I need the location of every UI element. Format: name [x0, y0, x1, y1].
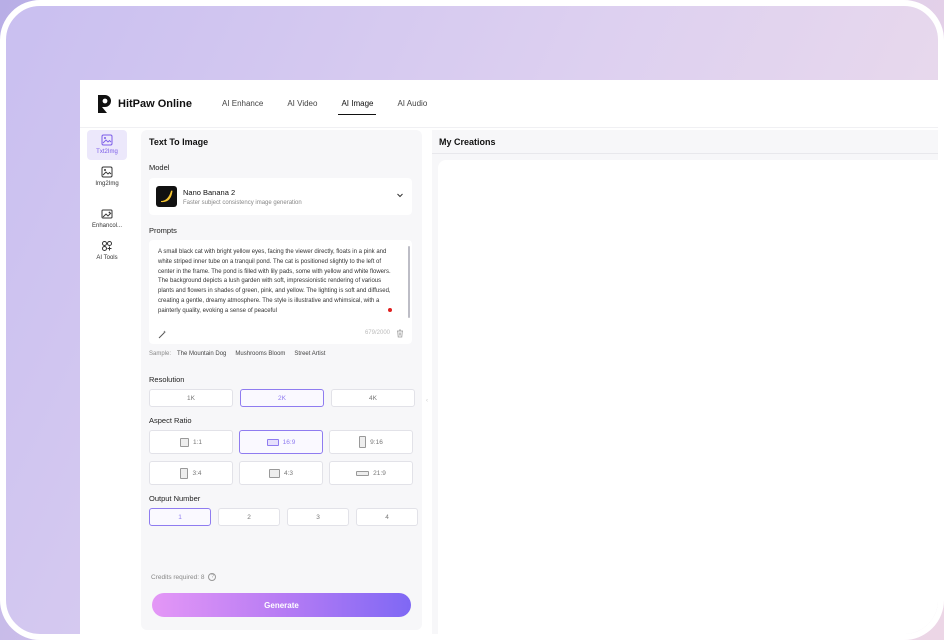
- prompts-label: Prompts: [149, 226, 177, 235]
- resolution-2k[interactable]: 2K: [240, 389, 324, 407]
- landscape-shape-icon: [266, 438, 279, 446]
- model-info: Nano Banana 2 Faster subject consistency…: [183, 188, 302, 206]
- text-image-icon: [101, 134, 113, 146]
- output-1[interactable]: 1: [149, 508, 211, 526]
- model-description: Faster subject consistency image generat…: [183, 199, 302, 206]
- output-4[interactable]: 4: [356, 508, 418, 526]
- model-label: Model: [149, 163, 170, 172]
- model-name: Nano Banana 2: [183, 187, 236, 197]
- nav-ai-image[interactable]: AI Image: [338, 80, 377, 128]
- model-thumbnail: [156, 186, 177, 207]
- square-shape-icon: [179, 437, 189, 447]
- nav-ai-audio[interactable]: AI Audio: [397, 80, 427, 128]
- app-name: HitPaw Online: [118, 97, 192, 110]
- aspect-1-1-label: 1:1: [192, 438, 203, 446]
- my-creations-panel: My Creations: [432, 130, 938, 634]
- aspect-ratio-label: Aspect Ratio: [149, 416, 192, 425]
- output-2[interactable]: 2: [218, 508, 280, 526]
- output-number-label: Output Number: [149, 494, 201, 503]
- resolution-options: 1K 2K 4K: [149, 389, 415, 407]
- aspect-21-9-label: 21:9: [373, 469, 386, 477]
- wide-shape-icon: [356, 470, 370, 476]
- creations-title: My Creations: [439, 137, 496, 147]
- aspect-4-3-label: 4:3: [283, 469, 294, 477]
- device-frame: HitPaw Online AI Enhance AI Video AI Ima…: [0, 0, 944, 640]
- aspect-3-4[interactable]: 3:4: [149, 461, 233, 485]
- panel-title: Text To Image: [149, 137, 209, 147]
- trash-icon[interactable]: [396, 329, 404, 338]
- sample-street-artist[interactable]: Street Artist: [294, 351, 325, 357]
- app-logo[interactable]: HitPaw Online: [96, 93, 192, 115]
- creations-divider: [432, 153, 938, 154]
- text-to-image-panel: Text To Image Model Nano Banana 2 Faster…: [141, 130, 422, 630]
- sample-mountain-dog[interactable]: The Mountain Dog: [177, 351, 226, 357]
- prompt-text[interactable]: A small black cat with bright yellow eye…: [158, 248, 398, 317]
- nav-ai-enhance[interactable]: AI Enhance: [222, 80, 263, 128]
- rail-label-img2img: Img2Img: [95, 181, 119, 187]
- credits-text: Credits required: 8: [151, 573, 205, 581]
- banana-icon: [161, 190, 173, 203]
- portrait-shape-icon: [359, 436, 367, 448]
- aspect-16-9-label: 16:9: [282, 438, 296, 446]
- aspect-row-1: 1:1 16:9 9:16: [149, 430, 413, 454]
- aspect-1-1[interactable]: 1:1: [149, 430, 233, 454]
- portrait-shape-icon: [180, 467, 189, 479]
- rail-label-txt2img: Txt2Img: [96, 149, 118, 155]
- rail-item-txt2img[interactable]: Txt2Img: [87, 130, 127, 160]
- nav-ai-video[interactable]: AI Video: [287, 80, 317, 128]
- chevron-down-icon: [397, 193, 403, 198]
- landscape-shape-icon: [268, 468, 280, 478]
- aspect-21-9[interactable]: 21:9: [329, 461, 413, 485]
- hitpaw-logo-icon: [98, 94, 111, 113]
- output-options: 1 2 3 4: [149, 508, 418, 526]
- aspect-9-16[interactable]: 9:16: [329, 430, 413, 454]
- creations-canvas: [438, 160, 938, 634]
- enhance-icon: [101, 209, 113, 219]
- sample-prompts: Sample: The Mountain Dog Mushrooms Bloom…: [149, 351, 334, 357]
- rail-item-img2img[interactable]: Img2Img: [87, 162, 127, 192]
- app-window: HitPaw Online AI Enhance AI Video AI Ima…: [80, 80, 938, 634]
- left-rail: Txt2Img Img2Img Enhancol... AI Tools: [80, 128, 134, 634]
- help-icon[interactable]: ?: [208, 573, 217, 581]
- resolution-1k[interactable]: 1K: [149, 389, 233, 407]
- rail-label-ai-tools: AI Tools: [96, 255, 118, 261]
- rail-item-enhance[interactable]: Enhancol...: [87, 204, 127, 234]
- generate-button[interactable]: Generate: [152, 593, 411, 617]
- credits-info: Credits required: 8 ?: [151, 573, 217, 581]
- aspect-row-2: 3:4 4:3 21:9: [149, 461, 413, 485]
- sample-mushrooms-bloom[interactable]: Mushrooms Bloom: [235, 351, 285, 357]
- char-count: 679/2000: [364, 330, 390, 336]
- image-image-icon: [101, 166, 113, 178]
- aspect-9-16-label: 9:16: [370, 438, 383, 446]
- resolution-4k[interactable]: 4K: [331, 389, 415, 407]
- output-3[interactable]: 3: [287, 508, 349, 526]
- aspect-3-4-label: 3:4: [192, 469, 202, 477]
- rail-label-enhance: Enhancol...: [91, 223, 123, 229]
- top-header: HitPaw Online AI Enhance AI Video AI Ima…: [80, 80, 938, 128]
- rail-item-ai-tools[interactable]: AI Tools: [87, 236, 127, 266]
- model-select[interactable]: Nano Banana 2 Faster subject consistency…: [149, 178, 412, 215]
- aspect-4-3[interactable]: 4:3: [239, 461, 323, 485]
- main-nav: AI Enhance AI Video AI Image AI Audio: [222, 80, 451, 128]
- prompt-textarea[interactable]: A small black cat with bright yellow eye…: [149, 240, 412, 344]
- resolution-label: Resolution: [149, 375, 185, 384]
- sample-label: Sample:: [149, 351, 172, 357]
- aspect-16-9[interactable]: 16:9: [239, 430, 323, 454]
- red-indicator-dot: [388, 308, 392, 312]
- ai-tools-icon: [102, 241, 112, 251]
- prompt-scrollbar[interactable]: [408, 246, 410, 318]
- panel-divider-handle[interactable]: ‹: [426, 398, 428, 404]
- magic-wand-icon[interactable]: [158, 330, 167, 339]
